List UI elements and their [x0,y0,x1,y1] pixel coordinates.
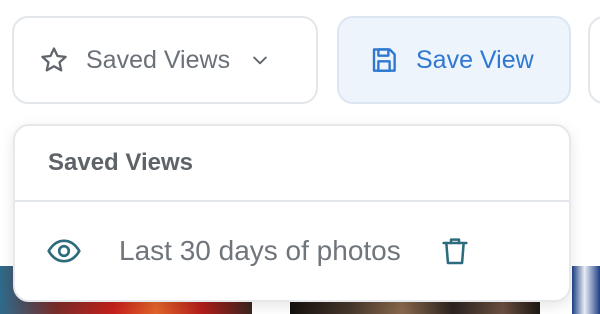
dropdown-header: Saved Views [15,126,569,202]
toolbar-button-partial[interactable] [588,16,600,104]
chevron-down-icon [250,50,270,70]
save-view-button-label: Save View [416,45,534,74]
saved-views-dropdown: Saved Views Last 30 days of photos [13,124,571,302]
trash-icon[interactable] [439,234,471,268]
saved-view-item-label: Last 30 days of photos [119,235,401,266]
save-view-button[interactable]: Save View [337,16,571,104]
floppy-disk-icon [369,45,399,75]
saved-views-button[interactable]: Saved Views [12,16,318,104]
saved-views-button-label: Saved Views [86,45,231,74]
eye-icon[interactable] [46,233,82,269]
saved-view-item[interactable]: Last 30 days of photos [15,202,569,300]
star-icon [39,45,69,75]
photo-thumbnail[interactable] [572,266,600,314]
